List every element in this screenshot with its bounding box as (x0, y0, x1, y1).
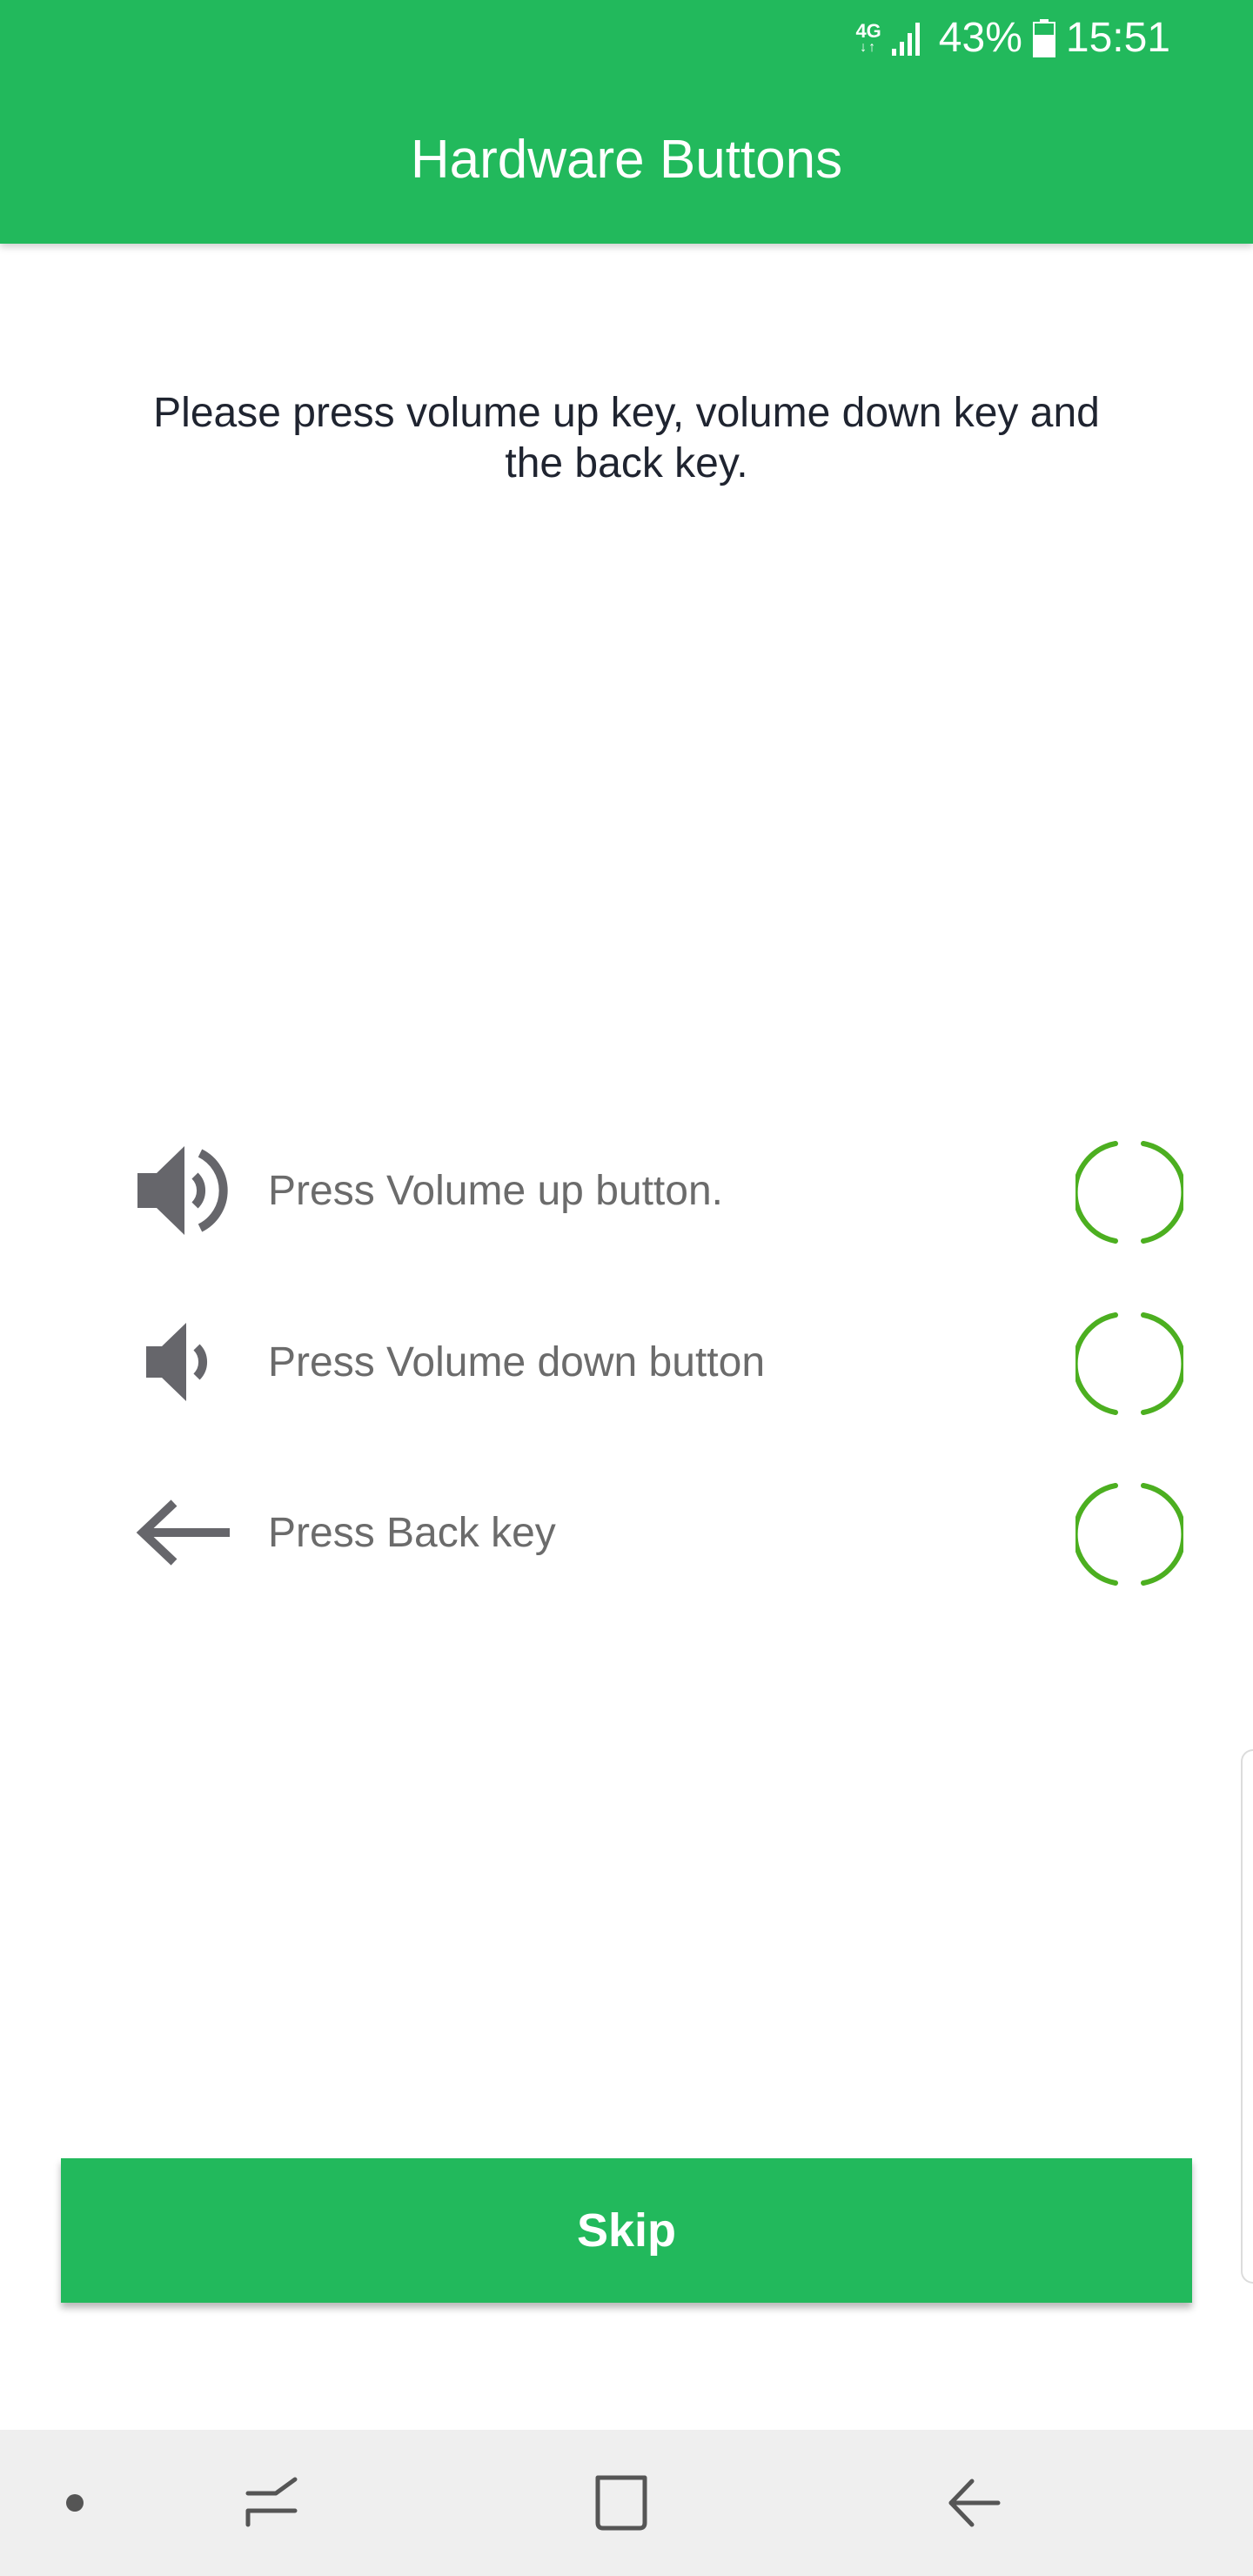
pending-status-icon (1075, 1138, 1183, 1246)
navigation-bar (0, 2430, 1253, 2576)
check-row-volume-up: Press Volume up button. (0, 1134, 1253, 1247)
skip-button[interactable]: Skip (61, 2158, 1192, 2303)
edge-panel-handle[interactable] (1241, 1749, 1253, 2284)
back-icon[interactable] (929, 2430, 1016, 2576)
check-row-back-key: Press Back key (0, 1476, 1253, 1589)
clock: 15:51 (1065, 15, 1170, 61)
page-title: Hardware Buttons (410, 130, 843, 190)
pending-status-icon (1075, 1310, 1183, 1418)
network-arrows: ↓↑ (860, 40, 878, 55)
check-label-volume-down: Press Volume down button (268, 1339, 766, 1385)
battery-icon (1032, 19, 1055, 57)
network-indicator: 4G ↓↑ (855, 22, 881, 55)
check-label-volume-up: Press Volume up button. (268, 1168, 723, 1214)
volume-down-icon (131, 1305, 235, 1419)
home-icon[interactable] (578, 2430, 665, 2576)
status-bar: 4G ↓↑ 43% 15:51 (855, 0, 1170, 77)
instruction-text: Please press volume up key, volume down … (153, 390, 1100, 486)
back-arrow-icon (131, 1476, 235, 1589)
volume-up-icon (131, 1134, 235, 1247)
pending-status-icon (1075, 1480, 1183, 1588)
network-type: 4G (855, 20, 881, 42)
signal-icon (891, 21, 928, 56)
check-row-volume-down: Press Volume down button (0, 1305, 1253, 1419)
check-label-back-key: Press Back key (268, 1510, 556, 1556)
battery-percent: 43% (938, 15, 1022, 61)
recent-apps-icon[interactable] (228, 2430, 315, 2576)
app-bar: 4G ↓↑ 43% 15:51 Hardware Buttons (0, 0, 1253, 244)
dot-indicator-icon[interactable] (49, 2430, 101, 2576)
